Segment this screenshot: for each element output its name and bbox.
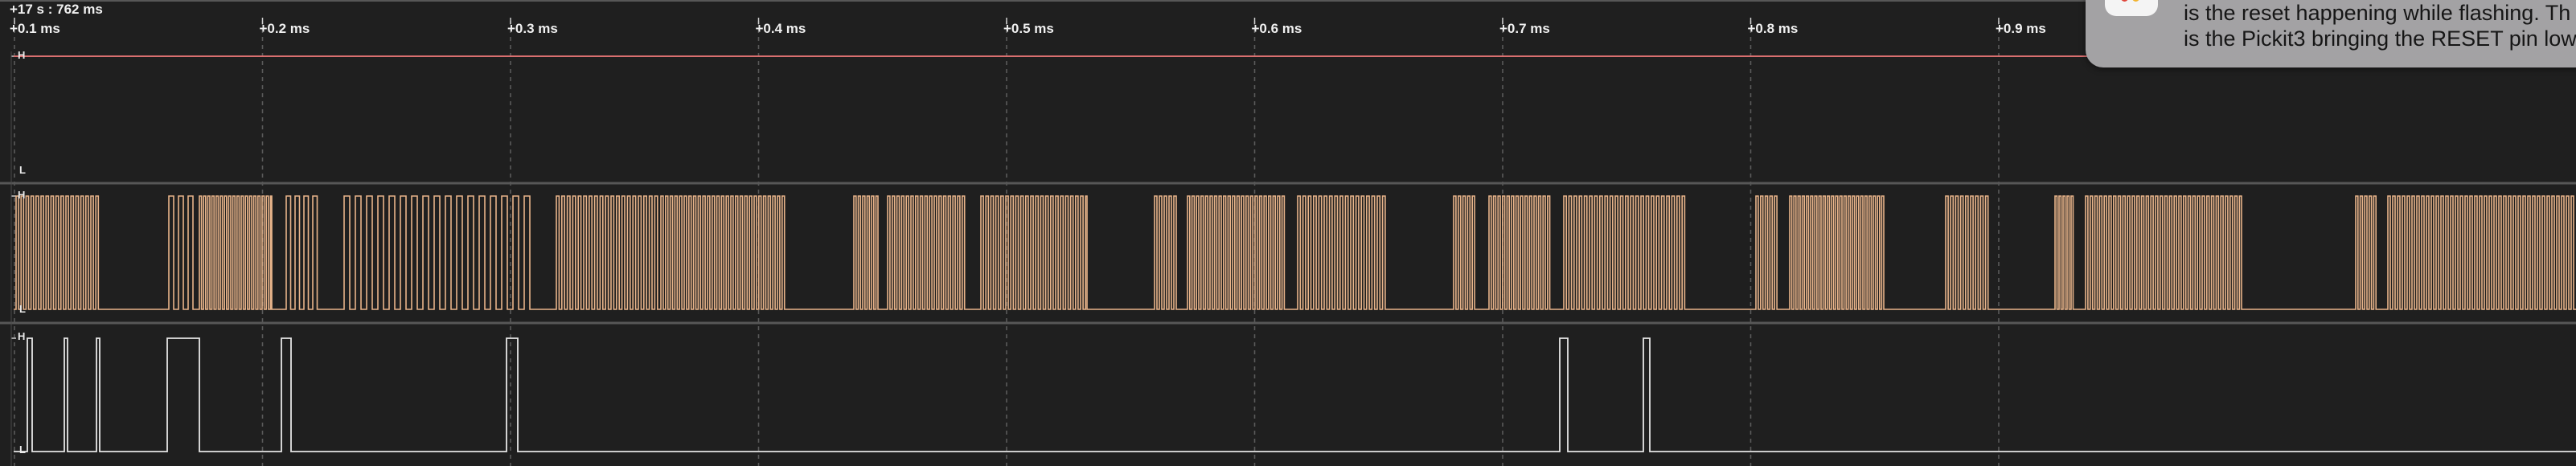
channel-high-label: H bbox=[18, 189, 26, 201]
channel-high-label: H bbox=[18, 330, 26, 342]
time-tick-label: +0.4 ms bbox=[755, 21, 806, 36]
logic-analyzer-screen: +17 s : 762 ms +0.1 ms +0.2 ms +0.3 ms +0.4… bbox=[0, 0, 2576, 466]
channel-3-trace bbox=[14, 337, 2576, 452]
notification-banner[interactable]: is the reset happening while flashing. T… bbox=[2086, 0, 2576, 67]
notification-message-line-1: is the reset happening while flashing. T… bbox=[2184, 1, 2571, 25]
channel-2-trace bbox=[14, 195, 2576, 310]
time-tick-label: +0.8 ms bbox=[1747, 21, 1799, 36]
notification-message-line-2: is the Pickit3 bringing the RESET pin lo… bbox=[2184, 27, 2576, 51]
channel-traces bbox=[14, 55, 2576, 452]
time-tick-label: +0.9 ms bbox=[1996, 21, 2046, 36]
channel-low-label: L bbox=[19, 303, 26, 315]
time-tick-label: +0.2 ms bbox=[259, 21, 310, 36]
time-tick-label: +0.5 ms bbox=[1003, 21, 1054, 36]
channel-high-label: H bbox=[18, 49, 26, 61]
time-tick-label: +0.7 ms bbox=[1499, 21, 1550, 36]
time-tick-label: +0.6 ms bbox=[1251, 21, 1302, 36]
channel-separators bbox=[0, 0, 2576, 466]
app-icon bbox=[2105, 0, 2158, 16]
channel-low-label: L bbox=[19, 444, 26, 456]
channel-low-label: L bbox=[19, 164, 26, 176]
time-tick-label: +0.3 ms bbox=[507, 21, 558, 36]
waveform-view[interactable] bbox=[0, 0, 2576, 466]
time-origin-label: +17 s : 762 ms bbox=[10, 2, 103, 17]
time-grid bbox=[11, 18, 2000, 466]
time-tick-label: +0.1 ms bbox=[10, 21, 60, 36]
